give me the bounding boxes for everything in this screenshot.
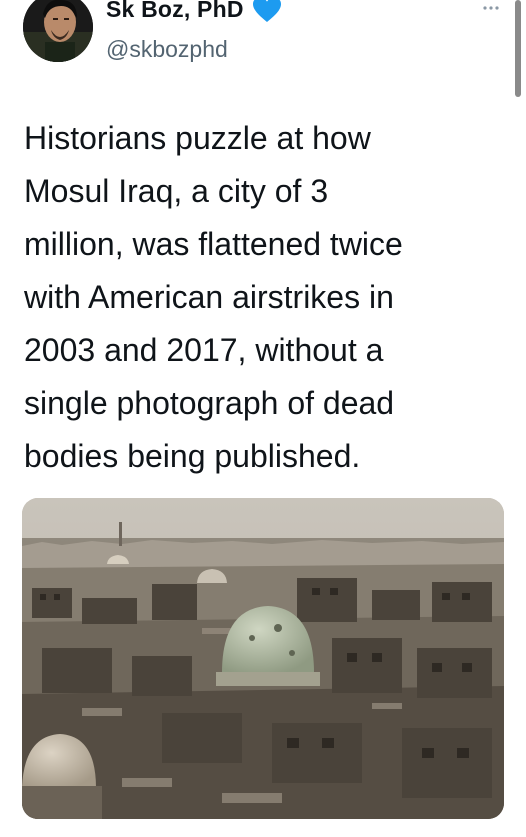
avatar-photo — [23, 0, 93, 62]
tweet-text: Historians puzzle at how Mosul Iraq, a c… — [24, 120, 403, 474]
author-handle[interactable]: @skbozphd — [106, 36, 228, 63]
blue-heart-icon — [252, 0, 282, 23]
display-name-text: Sk Boz, PhD — [106, 0, 244, 22]
photo-destroyed-city-with-domes — [22, 498, 504, 819]
scrollbar[interactable] — [515, 0, 521, 97]
more-horizontal-icon[interactable] — [479, 0, 503, 16]
tweet-media-photo[interactable] — [22, 498, 504, 819]
author-display-name[interactable]: Sk Boz, PhD — [106, 0, 282, 23]
author-avatar[interactable] — [23, 0, 93, 62]
